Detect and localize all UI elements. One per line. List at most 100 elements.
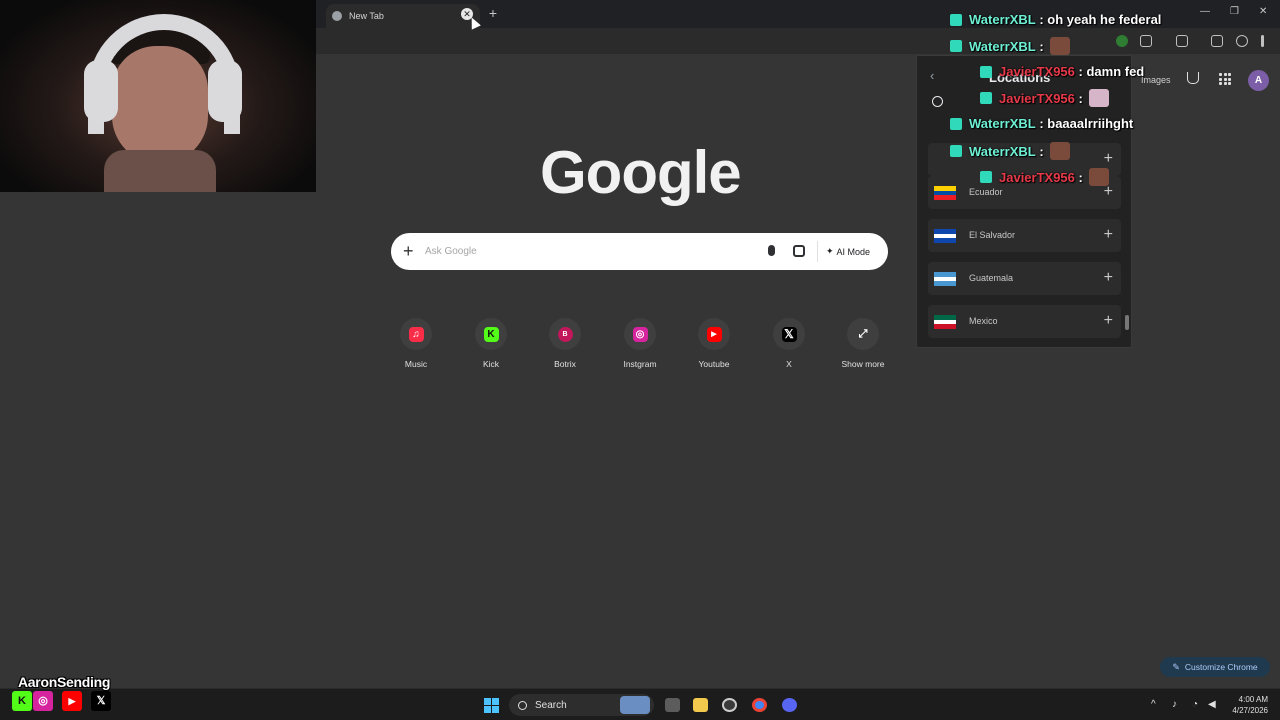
location-name: Mexico	[969, 316, 998, 326]
add-location-icon[interactable]: +	[1104, 149, 1113, 169]
discord-icon[interactable]	[782, 698, 797, 712]
new-tab-button[interactable]: +	[486, 5, 500, 21]
wifi-icon[interactable]: ◔	[1192, 699, 1198, 710]
youtube-icon: ▶	[62, 691, 82, 711]
chrome-favicon-icon	[332, 11, 342, 21]
windows-start-icon[interactable]	[484, 698, 499, 713]
cast-icon[interactable]	[1176, 35, 1188, 47]
chat-username: JavierTX956	[999, 90, 1075, 106]
add-location-icon[interactable]: +	[1104, 268, 1113, 288]
chat-username: WaterrXBL	[969, 143, 1036, 159]
chat-badge-icon	[950, 13, 962, 26]
microphone-icon[interactable]	[768, 245, 775, 256]
volume-icon[interactable]: ◀	[1208, 699, 1216, 710]
streamer-handle: AaronSending	[18, 674, 111, 690]
chat-emote-icon	[1088, 89, 1109, 107]
shortcut-label: Music	[404, 359, 428, 369]
close-window-icon[interactable]: ✕	[1259, 6, 1267, 17]
shortcut-label: Instgram	[623, 359, 657, 369]
shortcut-x[interactable]: 𝕏 X	[759, 318, 819, 369]
ai-mode-label: AI Mode	[836, 246, 871, 257]
obs-icon[interactable]	[722, 698, 737, 712]
shortcut-label: Show more	[841, 359, 885, 369]
chrome-icon[interactable]	[752, 698, 767, 712]
expand-icon: ⤢	[858, 327, 868, 340]
chat-message: WaterrXBL : baaaalrriihght	[950, 116, 1133, 131]
shortcut-instagram[interactable]: ◎ Instgram	[610, 318, 670, 369]
kick-icon: K	[12, 691, 32, 711]
extensions-icon[interactable]	[1140, 35, 1152, 47]
search-box[interactable]: + ✦ AI Mode	[391, 233, 888, 270]
vpn-extension-icon[interactable]	[1116, 35, 1128, 47]
location-name: Guatemala	[969, 273, 1014, 283]
ai-mode-button[interactable]: ✦ AI Mode	[817, 241, 878, 262]
chat-emote-icon	[1049, 37, 1070, 55]
taskbar-search-label: Search	[535, 699, 567, 711]
chat-username: WaterrXBL	[969, 116, 1036, 131]
google-lens-icon[interactable]	[793, 245, 805, 257]
shortcut-show-more[interactable]: ⤢ Show more	[833, 318, 893, 369]
compass-icon[interactable]	[932, 96, 943, 107]
profile-icon[interactable]	[1236, 35, 1248, 47]
webcam-neck	[104, 150, 216, 192]
guatemala-flag-icon	[934, 272, 956, 286]
back-chevron-icon[interactable]: ‹	[930, 68, 934, 83]
menu-kebab-icon[interactable]	[1261, 35, 1264, 47]
chat-username: WaterrXBL	[969, 38, 1036, 54]
google-logo: Google	[540, 139, 742, 206]
ai-mode-icon: ✦	[826, 246, 834, 256]
chat-badge-icon	[980, 171, 992, 183]
labs-flask-icon[interactable]	[1187, 72, 1199, 84]
taskbar-search[interactable]: Search	[509, 694, 654, 716]
shortcut-youtube[interactable]: ▶ Youtube	[684, 318, 744, 369]
windows-taskbar: Search ^ ♪ ◔ ◀ 4:00 AM 4/27/2026	[0, 688, 1280, 720]
browser-tab[interactable]: New Tab ✕	[326, 4, 480, 28]
instagram-icon: ◎	[632, 326, 648, 342]
chat-message: WaterrXBL :	[950, 142, 1070, 160]
chat-badge-icon	[980, 92, 992, 104]
ecuador-flag-icon	[934, 186, 956, 200]
x-icon: 𝕏	[781, 326, 797, 342]
account-avatar[interactable]: A	[1248, 70, 1269, 91]
chat-username: JavierTX956	[999, 169, 1075, 185]
google-apps-icon[interactable]	[1219, 73, 1231, 85]
headphone-cup-left	[84, 60, 118, 122]
restore-icon[interactable]: ❐	[1230, 6, 1239, 17]
clock-date: 4/27/2026	[1232, 706, 1268, 715]
images-link[interactable]: Images	[1141, 75, 1171, 85]
minimize-icon[interactable]: —	[1200, 6, 1210, 17]
instagram-icon: ◎	[33, 691, 53, 711]
add-attachment-icon[interactable]: +	[403, 241, 414, 261]
panel-scrollbar[interactable]	[1125, 315, 1129, 330]
taskbar-clock[interactable]: 4:00 AM 4/27/2026	[1222, 694, 1268, 716]
chat-badge-icon	[950, 145, 962, 157]
add-location-icon[interactable]: +	[1104, 311, 1113, 331]
chat-emote-icon	[1049, 142, 1070, 160]
add-location-icon[interactable]: +	[1104, 225, 1113, 245]
chat-username: WaterrXBL	[969, 12, 1036, 27]
location-item-guatemala[interactable]: Guatemala +	[928, 262, 1121, 295]
location-item-el-salvador[interactable]: El Salvador +	[928, 219, 1121, 252]
shortcut-label: Botrix	[554, 359, 576, 369]
search-icon	[518, 700, 527, 710]
tray-chevron-icon[interactable]: ^	[1151, 699, 1156, 710]
reading-list-icon[interactable]	[1211, 35, 1223, 47]
location-item-mexico[interactable]: Mexico +	[928, 305, 1121, 338]
botrix-icon: B	[557, 326, 573, 342]
tray-mic-icon[interactable]: ♪	[1172, 699, 1177, 710]
chat-badge-icon	[980, 65, 992, 78]
shortcut-music[interactable]: ♫ Music	[386, 318, 446, 369]
task-view-icon[interactable]	[665, 698, 680, 712]
shortcut-kick[interactable]: K Kick	[461, 318, 521, 369]
chat-text: oh yeah he federal	[1047, 12, 1162, 27]
chat-username: JavierTX956	[999, 64, 1075, 79]
shortcut-label: Youtube	[698, 359, 730, 369]
clock-time: 4:00 AM	[1238, 695, 1268, 704]
file-explorer-icon[interactable]	[693, 698, 708, 712]
search-highlight-image	[620, 696, 650, 714]
search-input[interactable]	[425, 241, 745, 261]
chat-message: WaterrXBL : oh yeah he federal	[950, 12, 1161, 27]
customize-chrome-label: Customize Chrome	[1184, 662, 1258, 672]
shortcut-botrix[interactable]: B Botrix	[535, 318, 595, 369]
customize-chrome-button[interactable]: ✎ Customize Chrome	[1160, 657, 1270, 677]
